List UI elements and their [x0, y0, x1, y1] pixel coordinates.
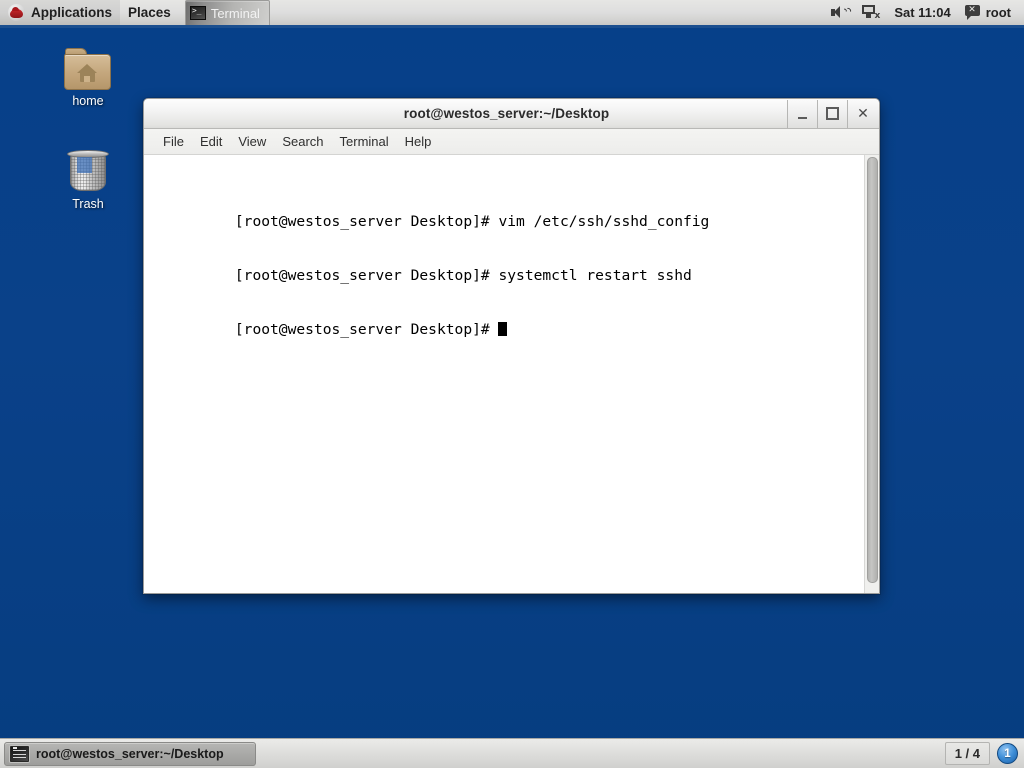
terminal-window: root@westos_server:~/Desktop ✕ File Edit… — [143, 98, 880, 594]
system-tray: x Sat 11:04 ✕ root — [825, 0, 1024, 25]
terminal-cursor — [498, 322, 508, 336]
top-task-button-terminal[interactable]: Terminal — [184, 0, 270, 25]
desktop-icon-home-label: home — [72, 94, 104, 108]
terminal-icon — [189, 6, 206, 20]
panel-spacer — [270, 0, 825, 25]
speaker-volume-icon — [831, 5, 854, 20]
top-window-list: Terminal — [184, 0, 270, 25]
top-task-button-label: Terminal — [210, 5, 260, 21]
menu-edit[interactable]: Edit — [192, 131, 230, 152]
minimize-button[interactable] — [788, 99, 818, 128]
terminal-command: systemctl restart sshd — [498, 267, 692, 284]
maximize-button[interactable] — [818, 99, 848, 128]
places-menu-label: Places — [128, 5, 171, 20]
desktop-icon-trash[interactable]: Trash — [45, 148, 131, 211]
workspace-switcher-button[interactable]: 1 — [997, 743, 1018, 764]
window-controls: ✕ — [787, 99, 878, 128]
menu-help[interactable]: Help — [397, 131, 440, 152]
menu-terminal[interactable]: Terminal — [332, 131, 397, 152]
terminal-menubar: File Edit View Search Terminal Help — [144, 129, 879, 155]
user-status-icon: ✕ — [964, 5, 981, 20]
workspace-counter: 1 / 4 — [944, 742, 990, 765]
menu-view[interactable]: View — [230, 131, 274, 152]
desktop-icon-home[interactable]: home — [45, 48, 131, 108]
bottom-panel: root@westos_server:~/Desktop 1 / 4 1 — [0, 738, 1024, 768]
menu-file[interactable]: File — [155, 131, 192, 152]
taskbar-button-label: root@westos_server:~/Desktop — [36, 746, 224, 761]
menu-search[interactable]: Search — [274, 131, 331, 152]
applications-menu[interactable]: Applications — [0, 0, 121, 25]
terminal-scrollbar-thumb[interactable] — [867, 157, 878, 583]
terminal-scrollbar[interactable] — [864, 155, 879, 593]
folder-home-icon — [64, 48, 112, 91]
bottom-window-list: root@westos_server:~/Desktop — [0, 741, 256, 766]
user-menu-button[interactable]: ✕ root — [959, 0, 1017, 25]
taskbar-button-terminal[interactable]: root@westos_server:~/Desktop — [4, 741, 256, 766]
redhat-logo-icon — [8, 4, 25, 21]
top-panel: Applications Places Terminal x — [0, 0, 1024, 28]
desktop-root: Applications Places Terminal x — [0, 0, 1024, 768]
clock-label: Sat 11:04 — [894, 5, 951, 20]
applications-menu-label: Applications — [31, 5, 113, 20]
terminal-prompt: [root@westos_server Desktop]# — [234, 267, 499, 284]
terminal-line: [root@westos_server Desktop]# — [147, 303, 864, 338]
workspace-area: 1 / 4 1 — [944, 742, 1024, 765]
clock-button[interactable]: Sat 11:04 — [888, 0, 956, 25]
terminal-output[interactable]: [root@westos_server Desktop]# vim /etc/s… — [144, 155, 864, 593]
close-button[interactable]: ✕ — [848, 99, 878, 128]
window-title: root@westos_server:~/Desktop — [403, 106, 610, 121]
terminal-body[interactable]: [root@westos_server Desktop]# vim /etc/s… — [144, 155, 879, 593]
user-name-label: root — [985, 5, 1011, 20]
volume-tray-button[interactable] — [825, 0, 854, 25]
terminal-prompt: [root@westos_server Desktop]# — [234, 321, 499, 338]
terminal-line: [root@westos_server Desktop]# vim /etc/s… — [147, 195, 864, 230]
terminal-command: vim /etc/ssh/sshd_config — [498, 213, 710, 230]
terminal-line: [root@westos_server Desktop]# systemctl … — [147, 249, 864, 284]
terminal-titlebar[interactable]: root@westos_server:~/Desktop ✕ — [144, 99, 879, 129]
trash-can-icon — [66, 148, 110, 194]
network-disconnected-icon: x — [862, 5, 880, 21]
terminal-icon — [10, 745, 29, 762]
terminal-prompt: [root@westos_server Desktop]# — [234, 213, 499, 230]
desktop-icon-trash-label: Trash — [72, 197, 104, 211]
places-menu[interactable]: Places — [120, 0, 179, 25]
network-tray-button[interactable]: x — [856, 0, 886, 25]
